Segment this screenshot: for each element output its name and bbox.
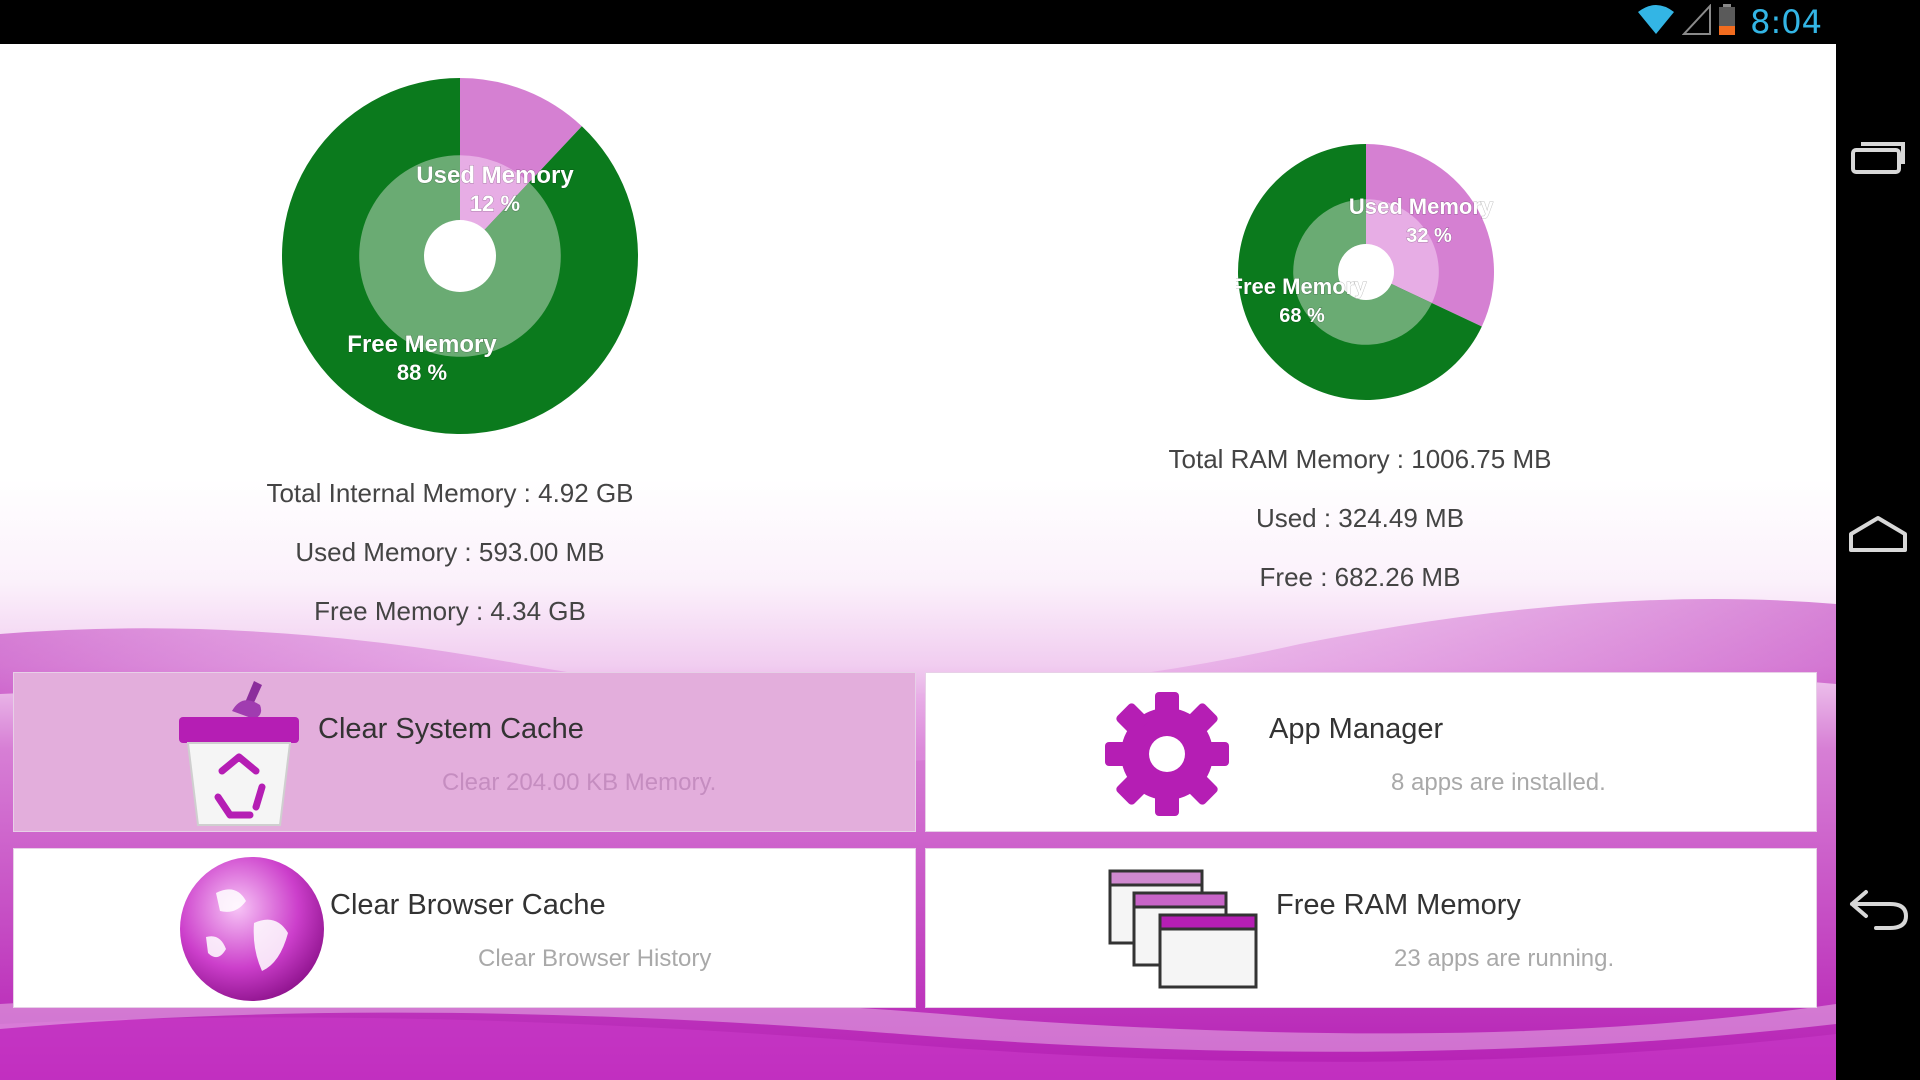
free-slice-label: Free Memory <box>1236 274 1367 299</box>
total-internal-memory: Total Internal Memory : 4.92 GB <box>266 478 634 508</box>
home-button[interactable] <box>1848 506 1908 566</box>
used-slice-label: Used Memory <box>1349 194 1494 219</box>
wifi-icon <box>1636 4 1676 41</box>
cell-signal-icon <box>1681 2 1712 41</box>
recent-apps-icon <box>1849 136 1907 181</box>
app-manager-tile[interactable]: App Manager 8 apps are installed. <box>925 672 1817 832</box>
tile-subtitle: Clear Browser History <box>478 945 712 972</box>
free-internal-memory: Free Memory : 4.34 GB <box>314 596 586 626</box>
used-ram-memory: Used : 324.49 MB <box>1255 503 1465 533</box>
home-icon <box>1847 514 1909 559</box>
status-clock: 8:04 <box>1750 3 1822 41</box>
pie-center-hole <box>424 220 496 292</box>
tile-title: App Manager <box>1269 713 1444 745</box>
used-slice-label: Used Memory <box>416 162 574 189</box>
tile-subtitle: 23 apps are running. <box>1394 945 1615 972</box>
ram-memory-pie: Used Memory 32 % Free Memory 68 % <box>1229 144 1494 400</box>
status-bar: 8:04 <box>0 0 1920 44</box>
tile-title: Free RAM Memory <box>1276 889 1521 921</box>
free-slice-percent: 88 % <box>397 360 447 385</box>
tile-subtitle: Clear 204.00 KB Memory. <box>442 769 717 796</box>
ram-memory-chart: Used Memory 32 % Free Memory 68 % <box>1229 142 1496 402</box>
total-ram-memory: Total RAM Memory : 1006.75 MB <box>1168 444 1552 474</box>
globe-icon <box>176 853 328 1007</box>
free-slice-percent: 68 % <box>1279 305 1325 327</box>
windows-stack-icon <box>1106 867 1262 998</box>
used-slice-percent: 32 % <box>1406 225 1452 247</box>
internal-memory-pie: Used Memory 12 % Free Memory 88 % <box>282 78 639 434</box>
status-icons: 8:04 <box>1636 2 1822 41</box>
internal-memory-chart: Used Memory 12 % Free Memory 88 % <box>280 76 640 436</box>
battery-low-icon <box>1718 3 1736 41</box>
clear-system-cache-tile[interactable]: Clear System Cache Clear 204.00 KB Memor… <box>13 672 916 832</box>
free-ram-memory-tile[interactable]: Free RAM Memory 23 apps are running. <box>925 848 1817 1008</box>
gear-icon <box>1094 691 1240 822</box>
free-slice-label: Free Memory <box>347 331 497 358</box>
recent-apps-button[interactable] <box>1848 128 1908 188</box>
app-content: Used Memory 12 % Free Memory 88 % Used M… <box>0 44 1836 1080</box>
back-button[interactable] <box>1846 882 1910 942</box>
used-internal-memory: Used Memory : 593.00 MB <box>295 537 605 567</box>
free-ram-memory: Free : 682.26 MB <box>1259 562 1461 592</box>
used-slice-percent: 12 % <box>470 191 520 216</box>
tile-subtitle: 8 apps are installed. <box>1391 769 1606 796</box>
recycle-bin-icon <box>164 675 314 831</box>
navigation-bar <box>1836 44 1920 1080</box>
back-icon <box>1846 888 1910 937</box>
clear-browser-cache-tile[interactable]: Clear Browser Cache Clear Browser Histor… <box>13 848 916 1008</box>
tile-title: Clear Browser Cache <box>330 889 606 921</box>
tile-title: Clear System Cache <box>318 713 584 745</box>
